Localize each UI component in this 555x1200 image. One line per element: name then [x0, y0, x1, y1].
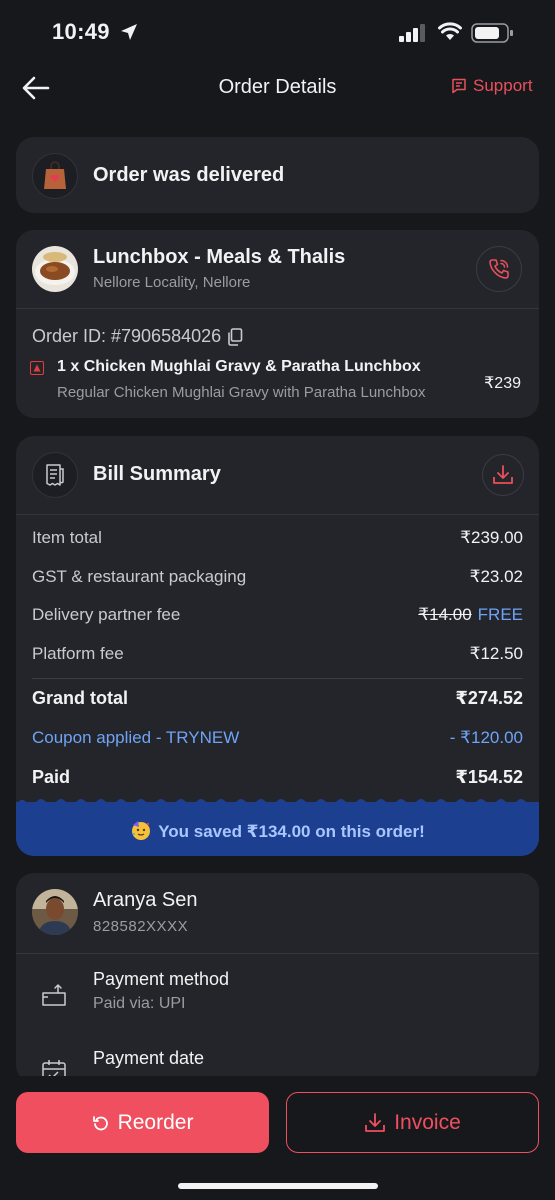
divider — [32, 678, 523, 679]
bill-row-label: GST & restaurant packaging — [32, 567, 247, 586]
restaurant-image — [32, 246, 78, 292]
payment-method-icon — [42, 984, 66, 1006]
call-restaurant-button[interactable] — [476, 246, 522, 292]
non-veg-icon — [30, 361, 44, 375]
home-indicator — [178, 1183, 378, 1189]
reorder-label: Reorder — [117, 1110, 194, 1134]
phone-call-icon — [489, 259, 509, 279]
savings-text: You saved ₹134.00 on this order! — [158, 822, 425, 841]
savings-banner: You saved ₹134.00 on this order! — [16, 799, 539, 856]
user-phone: 828582XXXX — [93, 918, 189, 935]
delivery-fee-original: ₹14.00 — [418, 605, 472, 624]
bill-row-grand-total: Grand total ₹274.52 — [32, 688, 523, 709]
divider — [16, 308, 539, 309]
bill-row-value: ₹12.50 — [469, 644, 523, 663]
location-arrow-icon — [121, 24, 137, 40]
download-icon — [365, 1112, 386, 1132]
bill-row-item-total: Item total ₹239.00 — [32, 528, 523, 548]
bill-row-value: ₹14.00 FREE — [418, 605, 523, 625]
refresh-icon — [92, 1115, 108, 1130]
bill-summary-title: Bill Summary — [93, 463, 221, 485]
download-icon — [493, 465, 513, 484]
support-label: Support — [473, 76, 533, 95]
restaurant-location: Nellore Locality, Nellore — [93, 274, 251, 291]
payment-date-label: Payment date — [93, 1048, 205, 1068]
cellular-signal-icon — [399, 24, 425, 42]
bill-row-value: ₹274.52 — [455, 688, 523, 708]
status-bar: 10:49 — [0, 0, 555, 66]
user-name: Aranya Sen — [93, 889, 198, 911]
order-status-card: Order was delivered — [16, 137, 539, 213]
party-face-icon — [132, 821, 151, 840]
bill-row-label: Grand total — [32, 688, 129, 708]
avatar — [32, 889, 78, 935]
shopping-bag-icon — [32, 153, 78, 199]
bill-row-gst: GST & restaurant packaging ₹23.02 — [32, 567, 523, 587]
bill-row-value: ₹239.00 — [460, 528, 523, 547]
bill-row-platform-fee: Platform fee ₹12.50 — [32, 644, 523, 664]
chat-support-icon — [452, 78, 466, 94]
savings-message: You saved ₹134.00 on this order! — [16, 819, 539, 842]
bill-row-label: Delivery partner fee — [32, 605, 181, 624]
receipt-icon — [32, 452, 78, 498]
support-button[interactable]: Support — [451, 76, 533, 96]
invoice-label: Invoice — [394, 1110, 461, 1134]
payment-method-value: Paid via: UPI — [93, 995, 186, 1012]
restaurant-name: Lunchbox - Meals & Thalis — [93, 246, 346, 268]
invoice-button[interactable]: Invoice — [286, 1092, 539, 1153]
nav-bar: Order Details Support — [0, 66, 555, 110]
bill-row-delivery-fee: Delivery partner fee ₹14.00 FREE — [32, 605, 523, 625]
restaurant-card: Lunchbox - Meals & Thalis Nellore Locali… — [16, 230, 539, 418]
bill-row-value: ₹154.52 — [455, 767, 523, 787]
copy-icon[interactable] — [227, 327, 243, 346]
wifi-icon — [438, 22, 462, 40]
battery-icon — [471, 23, 513, 43]
order-id: Order ID: #7906584026 — [32, 326, 243, 347]
bottom-action-bar: Reorder Invoice — [0, 1076, 555, 1200]
bill-row-label: Item total — [32, 528, 102, 547]
item-description: Regular Chicken Mughlai Gravy with Parat… — [57, 384, 426, 401]
bill-row-label: Platform fee — [32, 644, 124, 663]
bill-row-label: Paid — [32, 767, 71, 787]
item-price: ₹239 — [484, 375, 521, 392]
divider — [16, 953, 539, 954]
user-card: Aranya Sen 828582XXXX Payment method Pai… — [16, 873, 539, 1083]
status-time: 10:49 — [52, 19, 110, 44]
wave-divider — [16, 799, 539, 806]
order-status-text: Order was delivered — [93, 164, 285, 186]
bill-row-value: ₹23.02 — [469, 567, 523, 586]
item-name: 1 x Chicken Mughlai Gravy & Paratha Lunc… — [57, 358, 421, 375]
delivery-fee-free: FREE — [477, 605, 523, 624]
bill-row-coupon: Coupon applied - TRYNEW - ₹120.00 — [32, 728, 523, 748]
order-id-text: Order ID: #7906584026 — [32, 326, 222, 346]
bill-row-value: - ₹120.00 — [449, 728, 523, 747]
reorder-button[interactable]: Reorder — [16, 1092, 269, 1153]
bill-row-paid: Paid ₹154.52 — [32, 767, 523, 788]
download-bill-button[interactable] — [482, 454, 524, 496]
bill-summary-card: Bill Summary Item total ₹239.00 GST & re… — [16, 436, 539, 856]
divider — [16, 514, 539, 515]
payment-method-label: Payment method — [93, 969, 230, 989]
bill-row-label: Coupon applied - TRYNEW — [32, 728, 240, 747]
